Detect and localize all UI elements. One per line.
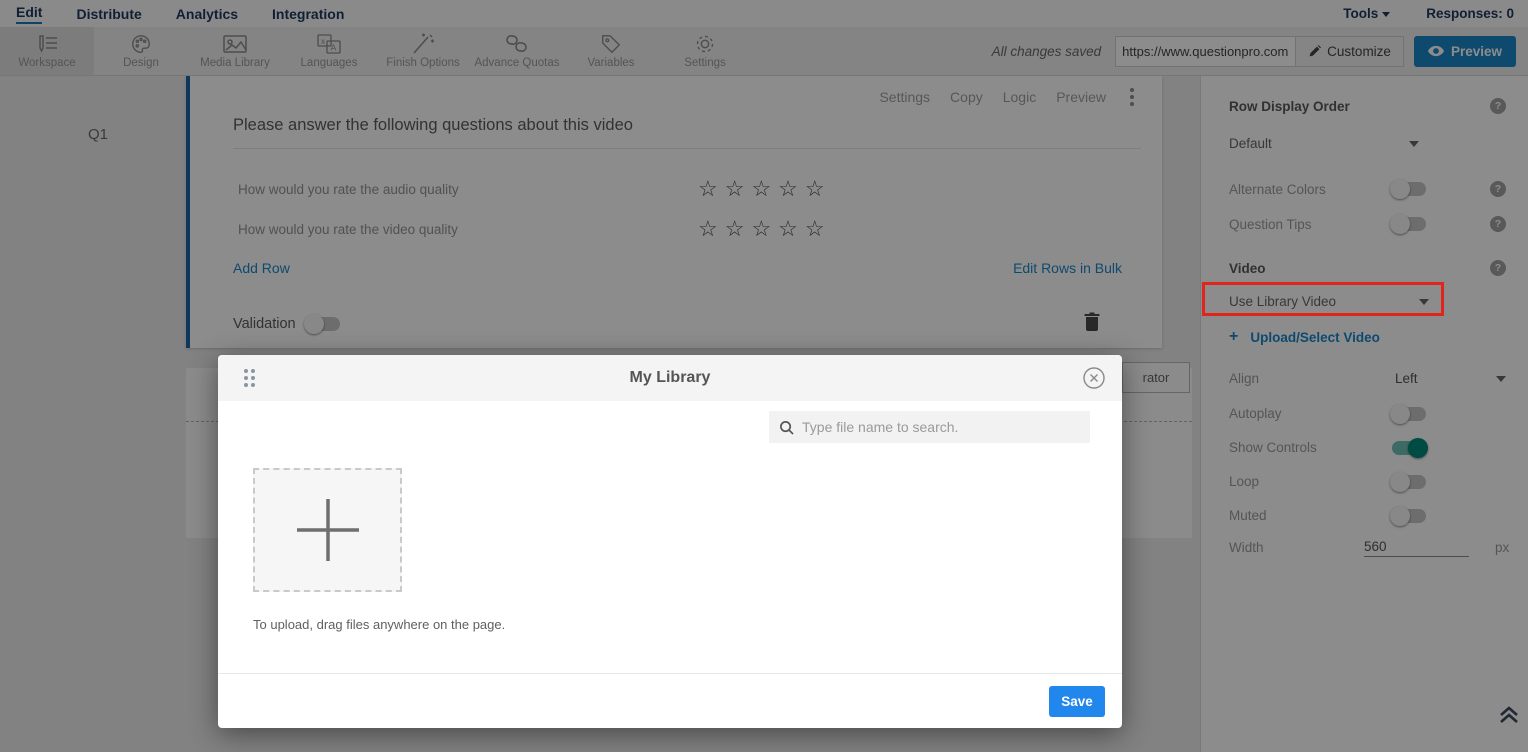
modal-footer: Save — [218, 673, 1122, 728]
modal-title: My Library — [630, 369, 711, 387]
drag-handle-icon[interactable] — [244, 369, 255, 387]
modal-header: My Library — [218, 355, 1122, 401]
search-input[interactable] — [802, 419, 1080, 435]
upload-file-tile[interactable] — [253, 468, 402, 592]
library-search — [769, 411, 1090, 443]
search-icon — [779, 420, 794, 435]
save-button[interactable]: Save — [1049, 686, 1105, 717]
close-icon[interactable] — [1082, 366, 1106, 395]
plus-icon — [289, 491, 367, 569]
upload-hint-text: To upload, drag files anywhere on the pa… — [253, 617, 505, 632]
my-library-modal: My Library To upload, drag files anywher… — [218, 355, 1122, 728]
